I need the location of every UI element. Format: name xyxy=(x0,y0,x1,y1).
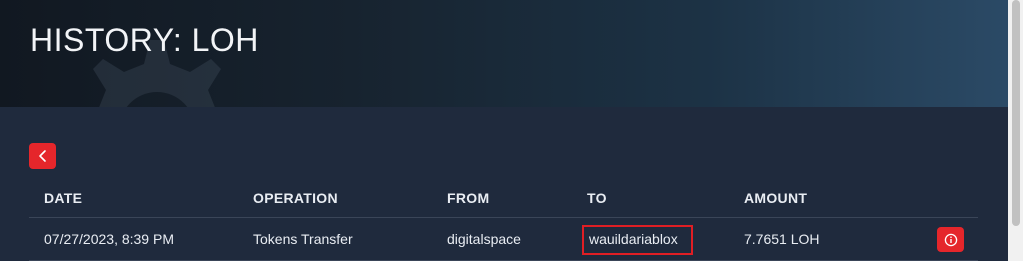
chevron-left-icon xyxy=(38,150,46,162)
cell-operation: Tokens Transfer xyxy=(253,231,353,247)
info-button[interactable] xyxy=(937,227,964,252)
column-header-to: TO xyxy=(587,189,607,206)
page-title: HISTORY: LOH xyxy=(30,22,259,58)
history-table: DATE OPERATION FROM TO AMOUNT 07/27/2023… xyxy=(29,178,978,261)
page-header: HISTORY: LOH xyxy=(0,0,1008,107)
cell-from: digitalspace xyxy=(447,231,521,247)
table-row: 07/27/2023, 8:39 PM Tokens Transfer digi… xyxy=(29,218,978,261)
cell-amount: 7.7651 LOH xyxy=(744,231,820,247)
column-header-amount: AMOUNT xyxy=(744,189,808,206)
cell-date: 07/27/2023, 8:39 PM xyxy=(44,231,174,247)
info-icon xyxy=(944,233,957,246)
column-header-operation: OPERATION xyxy=(253,189,338,206)
column-header-from: FROM xyxy=(447,189,490,206)
cell-to: wauildariablox xyxy=(589,231,678,247)
scrollbar[interactable] xyxy=(1008,0,1023,261)
scrollbar-thumb[interactable] xyxy=(1012,0,1020,226)
back-button[interactable] xyxy=(29,143,56,169)
table-header: DATE OPERATION FROM TO AMOUNT xyxy=(29,178,978,218)
column-header-date: DATE xyxy=(44,189,83,206)
